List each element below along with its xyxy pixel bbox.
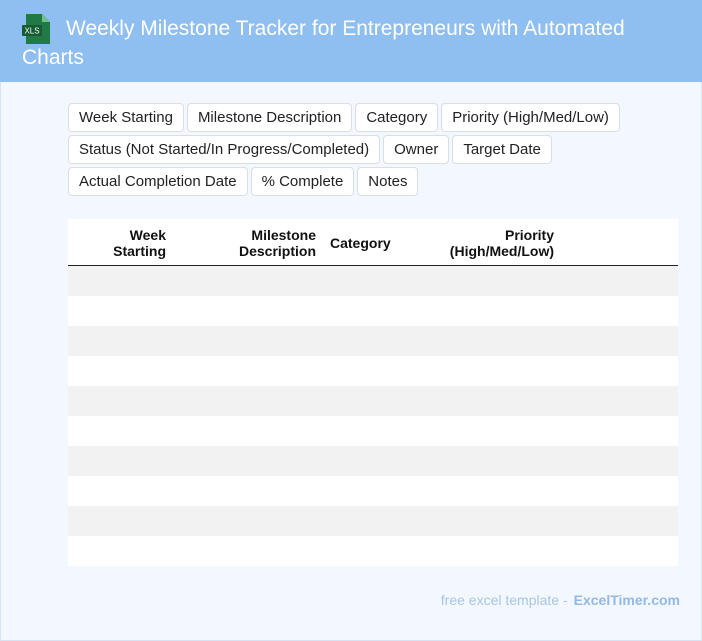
- field-chip[interactable]: Milestone Description: [186, 103, 353, 132]
- field-chip[interactable]: Notes: [357, 167, 419, 196]
- field-chip[interactable]: Target Date: [452, 135, 552, 164]
- field-chip[interactable]: Owner: [383, 135, 450, 164]
- field-chip[interactable]: Actual Completion Date: [68, 167, 248, 196]
- table-row[interactable]: [68, 476, 678, 506]
- column-header-priority[interactable]: Priority (High/Med/Low): [434, 227, 554, 259]
- table-row[interactable]: [68, 266, 678, 296]
- footer-credit: free excel template - ExcelTimer.com: [441, 592, 680, 608]
- footer-brand-link[interactable]: ExcelTimer.com: [574, 592, 680, 608]
- footer-text: free excel template -: [440, 592, 568, 608]
- table-header: Week Starting Milestone Description Catego…: [68, 219, 678, 266]
- field-chip[interactable]: Week Starting: [68, 103, 184, 132]
- field-chip-list: Week Starting Milestone Description Catego…: [68, 103, 658, 196]
- table-row[interactable]: [68, 326, 678, 356]
- table-row[interactable]: [68, 446, 678, 476]
- table-row[interactable]: [68, 536, 678, 566]
- page-title: Weekly Milestone Tracker for Entrepreneu…: [22, 17, 625, 69]
- column-header-category[interactable]: Category: [330, 235, 420, 251]
- page-header: XLS Weekly Milestone Tracker for Entrepr…: [0, 0, 702, 82]
- table-row[interactable]: [68, 506, 678, 536]
- table-body: [68, 266, 678, 566]
- tracker-table: Week Starting Milestone Description Catego…: [68, 219, 678, 566]
- table-row[interactable]: [68, 296, 678, 326]
- field-chip[interactable]: Category: [355, 103, 439, 132]
- table-row[interactable]: [68, 386, 678, 416]
- column-header-week-starting[interactable]: Week Starting: [68, 227, 166, 259]
- table-row[interactable]: [68, 356, 678, 386]
- field-chip[interactable]: Status (Not Started/In Progress/Complete…: [68, 135, 381, 164]
- field-chip[interactable]: Priority (High/Med/Low): [441, 103, 620, 132]
- table-row[interactable]: [68, 416, 678, 446]
- column-header-milestone-description[interactable]: Milestone Description: [178, 227, 316, 259]
- field-chip[interactable]: % Complete: [250, 167, 355, 196]
